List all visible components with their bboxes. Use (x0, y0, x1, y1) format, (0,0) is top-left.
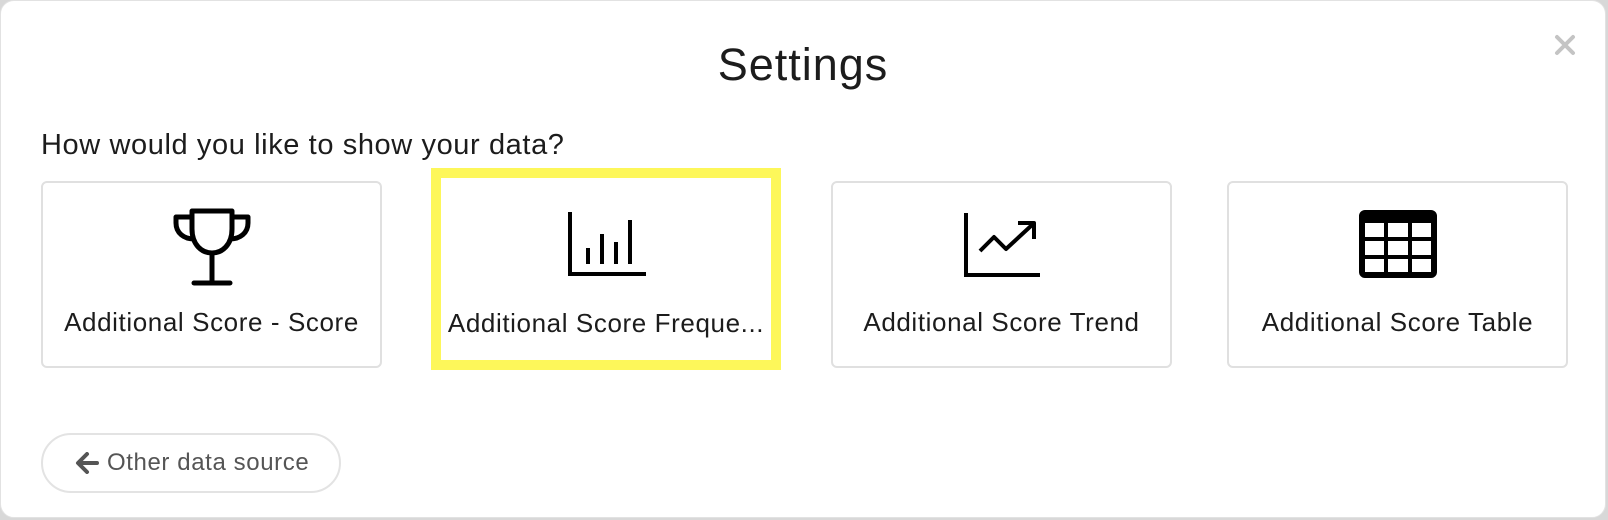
other-data-source-label: Other data source (107, 449, 310, 476)
option-card-score[interactable]: Additional Score - Score (41, 181, 382, 368)
option-card-trend[interactable]: Additional Score Trend (831, 181, 1172, 368)
option-label: Additional Score Trend (863, 307, 1140, 337)
arrow-left-icon (76, 452, 99, 474)
question-text: How would you like to show your data? (41, 129, 565, 161)
settings-dialog: Settings How would you like to show your… (0, 0, 1606, 518)
close-button[interactable] (1551, 31, 1579, 59)
option-label: Additional Score - Score (64, 307, 359, 337)
bar-chart-icon (568, 212, 646, 276)
close-icon (1555, 35, 1575, 55)
trophy-icon (173, 208, 250, 286)
option-label: Additional Score Table (1261, 307, 1534, 337)
option-card-frequency[interactable]: Additional Score Freque... (431, 168, 781, 370)
option-label: Additional Score Freque... (447, 308, 765, 338)
trend-chart-icon (963, 213, 1040, 277)
table-icon (1358, 210, 1437, 278)
option-card-table[interactable]: Additional Score Table (1227, 181, 1568, 368)
dialog-title: Settings (717, 39, 889, 90)
other-data-source-button[interactable]: Other data source (41, 433, 341, 493)
